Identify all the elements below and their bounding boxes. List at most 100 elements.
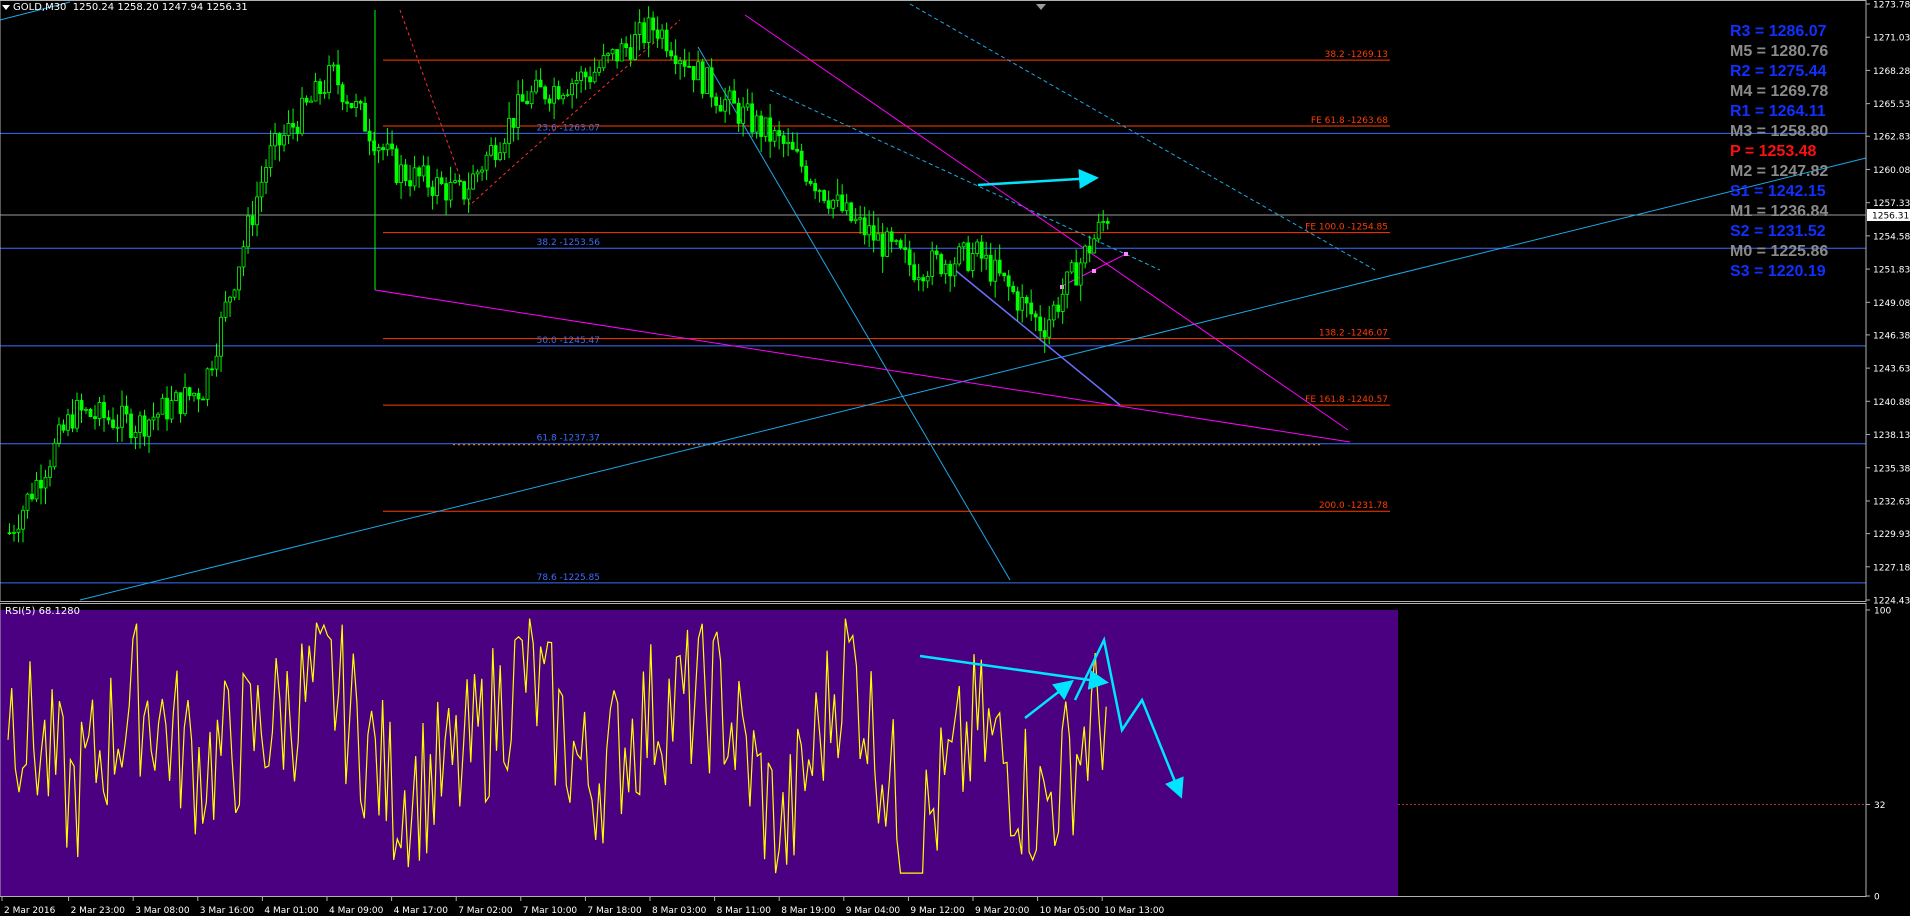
candle-body xyxy=(552,86,556,104)
time-tick-label: 9 Mar 20:00 xyxy=(975,906,1030,916)
magenta-marker xyxy=(1124,252,1128,256)
candle-body xyxy=(970,253,975,271)
fib-red-label: FE 100.0 -1254.85 xyxy=(1305,223,1388,233)
rsi-background xyxy=(0,610,1398,896)
current-price-label: 1256.31 xyxy=(1872,211,1909,221)
candle-body xyxy=(565,94,570,97)
candle-body xyxy=(610,49,615,55)
candle-body xyxy=(264,167,268,183)
price-tick-label: 1232.63 xyxy=(1873,497,1910,507)
candle-body xyxy=(448,182,453,201)
price-tick-label: 1260.08 xyxy=(1873,166,1910,176)
candle-body xyxy=(1096,221,1101,240)
pivot-level: R1 = 1264.11 xyxy=(1730,103,1826,120)
candle-body xyxy=(849,202,854,222)
time-tick-label: 7 Mar 10:00 xyxy=(523,906,578,916)
candle-body xyxy=(277,133,282,146)
candle-body xyxy=(466,188,471,200)
candle-body xyxy=(304,97,309,103)
candle-body xyxy=(579,71,584,81)
candle-body xyxy=(223,301,228,318)
fib-blue-label: 61.8 -1237.37 xyxy=(537,434,600,444)
candle-body xyxy=(372,140,376,152)
candle-body xyxy=(687,65,692,68)
candle-body xyxy=(30,493,34,500)
time-tick-label: 2 Mar 23:00 xyxy=(71,906,126,916)
candle-body xyxy=(417,167,421,177)
fib-red-label: 38.2 -1269.13 xyxy=(1325,50,1388,60)
pivot-level: M1 = 1236.84 xyxy=(1730,203,1829,220)
candle-body xyxy=(426,165,430,188)
candle-body xyxy=(682,60,687,67)
candle-body xyxy=(70,414,75,429)
candle-body xyxy=(786,141,791,144)
chart-canvas[interactable]: 23.6 -1263.07 38.2 -1253.56 50.0 -1245.47 6… xyxy=(0,0,1910,916)
candle-body xyxy=(439,177,444,184)
candle-body xyxy=(160,397,165,415)
candle-body xyxy=(538,79,543,88)
candle-body xyxy=(1056,304,1061,312)
candle-body xyxy=(570,83,575,96)
time-tick-label: 8 Mar 19:00 xyxy=(781,906,836,916)
candle-body xyxy=(574,80,579,84)
fib-blue-label: 50.0 -1245.47 xyxy=(537,336,600,346)
candle-body xyxy=(250,215,255,226)
candle-body xyxy=(943,263,948,275)
candle-body xyxy=(916,277,921,281)
pivot-level: M2 = 1247.82 xyxy=(1730,163,1829,180)
candle-body xyxy=(714,96,719,106)
candle-body xyxy=(1038,316,1043,332)
candle-body xyxy=(354,101,358,109)
candle-body xyxy=(151,416,156,421)
candle-body xyxy=(840,194,845,212)
candle-body xyxy=(979,241,984,259)
candle-body xyxy=(97,402,102,420)
price-tick-label: 1235.38 xyxy=(1873,464,1910,474)
candle-body xyxy=(385,143,390,151)
candle-body xyxy=(493,145,498,160)
candle-body xyxy=(1069,262,1074,273)
dropdown-triangle-icon[interactable] xyxy=(2,4,10,10)
candle-body xyxy=(268,145,273,168)
time-tick-label: 8 Mar 03:00 xyxy=(652,906,707,916)
candle-body xyxy=(484,154,489,171)
candle-body xyxy=(340,84,345,103)
candle-body xyxy=(498,152,502,160)
time-tick-label: 10 Mar 13:00 xyxy=(1104,906,1164,916)
candle-body xyxy=(718,105,723,112)
candle-body xyxy=(273,133,277,147)
price-tick-label: 1240.88 xyxy=(1873,398,1910,408)
fib-blue-label: 38.2 -1253.56 xyxy=(537,238,601,248)
pivot-level: P = 1253.48 xyxy=(1730,143,1817,160)
candle-body xyxy=(421,165,426,177)
fib-red-label: FE 61.8 -1263.68 xyxy=(1311,116,1388,126)
candle-body xyxy=(732,90,737,104)
candle-body xyxy=(867,225,872,236)
candle-body xyxy=(16,528,21,533)
candle-body xyxy=(435,177,439,196)
candle-body xyxy=(1033,313,1038,318)
candle-body xyxy=(966,242,971,271)
rsi-tick-label: 0 xyxy=(1874,893,1880,903)
candle-body xyxy=(489,145,493,156)
candle-body xyxy=(511,117,516,128)
candle-body xyxy=(628,47,633,60)
candle-body xyxy=(903,247,908,251)
fib-red-label: 200.0 -1231.78 xyxy=(1319,501,1388,511)
candle-body xyxy=(939,254,944,275)
pivot-level: M3 = 1258.80 xyxy=(1730,123,1829,140)
candle-body xyxy=(997,259,1002,274)
candle-body xyxy=(1015,291,1020,311)
candle-body xyxy=(241,246,246,268)
rsi-panel xyxy=(0,610,1398,896)
candle-body xyxy=(214,355,219,370)
candle-body xyxy=(876,233,881,241)
candle-body xyxy=(754,115,759,133)
candle-body xyxy=(336,64,340,86)
candle-body xyxy=(286,123,291,136)
candle-body xyxy=(543,86,547,100)
magenta-marker xyxy=(1060,285,1064,289)
candle-body xyxy=(664,29,669,52)
time-tick-label: 4 Mar 01:00 xyxy=(264,906,319,916)
candle-body xyxy=(759,115,764,137)
